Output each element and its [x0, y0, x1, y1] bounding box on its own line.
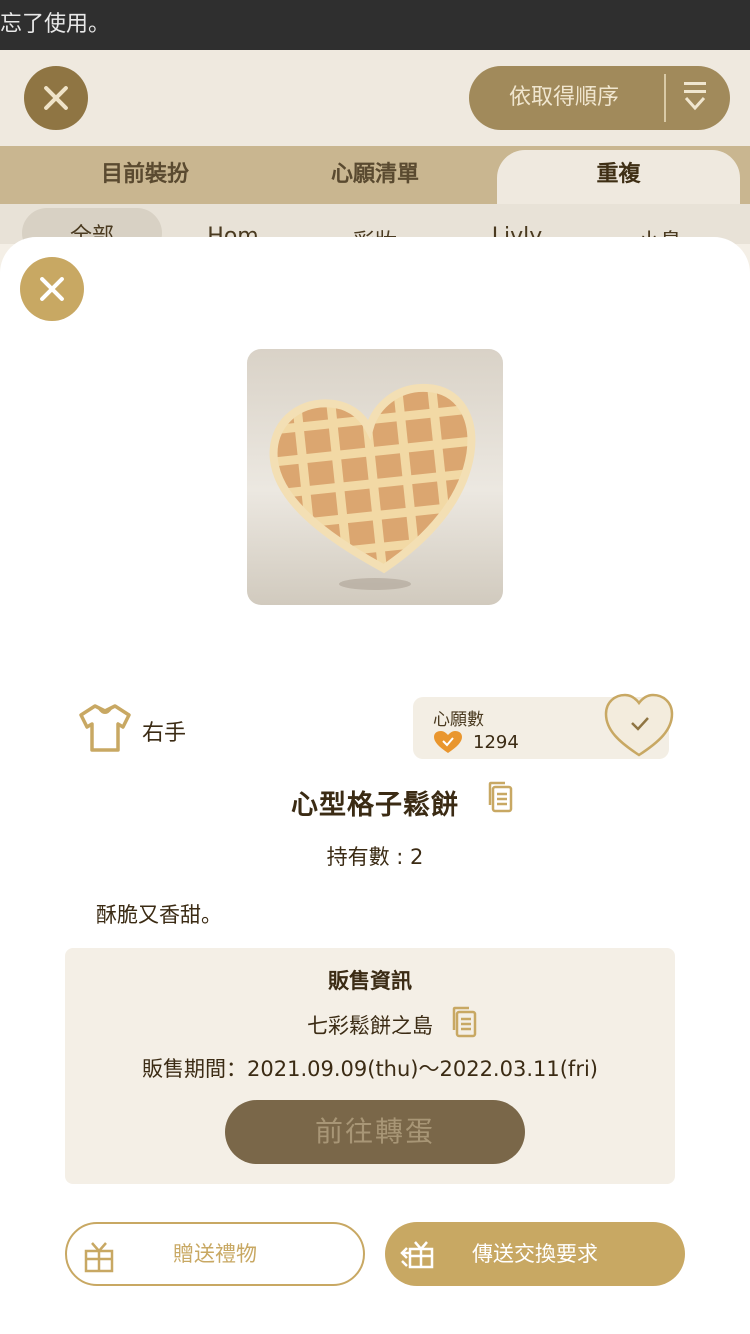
background-tab-current: 目前裝扮	[20, 146, 270, 204]
send-trade-request-label: 傳送交換要求	[472, 1242, 598, 1266]
divider	[664, 74, 666, 122]
background-sort-label: 依取得順序	[509, 85, 620, 110]
sale-shop-name: 七彩鬆餅之島	[307, 1014, 433, 1038]
send-gift-button[interactable]: 贈送禮物	[65, 1222, 365, 1286]
item-detail-sheet: 右手 心願數 1294 心型格子鬆餅 持有數 : 2 酥脆又香甜。 販售資訊 七…	[0, 237, 750, 1334]
item-name-row: 心型格子鬆餅	[0, 781, 750, 822]
tab-label: 心願清單	[330, 162, 419, 187]
slot-label: 右手	[142, 721, 187, 746]
sale-info-box: 販售資訊 七彩鬆餅之島 販售期間：2021.09.09(thu)～2022.03…	[65, 948, 675, 1184]
heart-check-icon	[434, 731, 462, 753]
item-description: 酥脆又香甜。	[96, 903, 222, 927]
go-to-gacha-button[interactable]: 前往轉蛋	[225, 1100, 525, 1164]
tab-label: 重複	[596, 162, 641, 187]
document-icon[interactable]	[451, 1006, 477, 1038]
send-trade-request-button[interactable]: 傳送交換要求	[385, 1222, 685, 1286]
status-bar: 別忘了使用。	[0, 0, 750, 50]
owned-count: 持有數 : 2	[326, 845, 424, 869]
send-gift-label: 贈送禮物	[173, 1242, 257, 1266]
background-tab-duplicate: 重複	[497, 150, 740, 204]
gift-icon	[84, 1242, 114, 1273]
trade-icon	[400, 1241, 434, 1269]
sale-shop-row: 七彩鬆餅之島	[65, 1006, 675, 1040]
shirt-icon	[79, 704, 131, 752]
background-tab-wishlist: 心願清單	[250, 146, 500, 204]
item-image	[247, 349, 503, 605]
document-icon[interactable]	[487, 781, 513, 813]
background-sort-button: 依取得順序	[469, 66, 730, 130]
wish-count: 1294	[473, 732, 519, 753]
sale-info-title: 販售資訊	[328, 969, 412, 993]
waffle-heart-image	[268, 383, 485, 590]
wish-toggle-heart-icon[interactable]	[603, 692, 675, 758]
sort-icon	[684, 82, 706, 114]
wish-label: 心願數	[433, 710, 484, 730]
background-close-icon	[24, 66, 88, 130]
tab-label: 目前裝扮	[100, 162, 189, 187]
item-name: 心型格子鬆餅	[291, 790, 459, 821]
sale-period: 販售期間：2021.09.09(thu)～2022.03.11(fri)	[142, 1057, 598, 1081]
item-slot: 右手	[78, 703, 186, 755]
status-bar-text: 別忘了使用。	[0, 12, 111, 37]
close-icon[interactable]	[20, 257, 84, 321]
